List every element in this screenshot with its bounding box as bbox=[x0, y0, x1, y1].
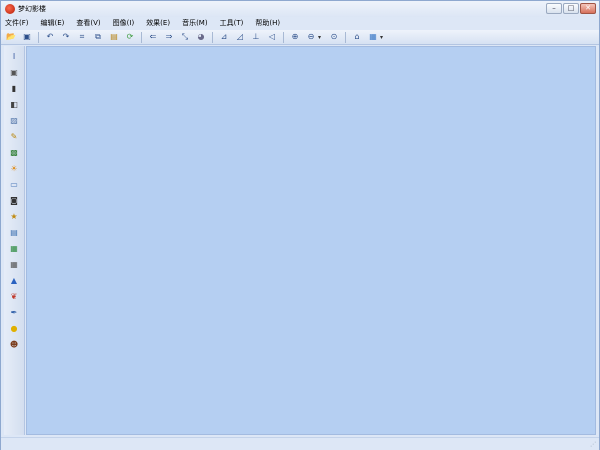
landscape-icon[interactable]: ▩ bbox=[9, 148, 19, 158]
camera-icon[interactable]: ◙ bbox=[9, 196, 19, 206]
view-dropdown-icon[interactable]: ▾ bbox=[380, 34, 386, 41]
undo-icon[interactable]: ↶ bbox=[44, 31, 56, 43]
main-toolbar: 📂 ▣ ↶ ↷ ⌗ ⧉ ▤ ⟳ ⇐ ⇒ ⤡ ◕ ⊿ ◿ ⊥ ◁ ⊕ ⊖ ▾ ⊙ … bbox=[1, 30, 599, 45]
menu-file[interactable]: 文件(F) bbox=[5, 19, 29, 28]
zoom-fit-icon[interactable]: ⊙ bbox=[328, 31, 340, 43]
align-center-icon[interactable]: ⊥ bbox=[250, 31, 262, 43]
face-icon[interactable]: ☻ bbox=[9, 340, 19, 350]
toolbar-separator bbox=[212, 31, 213, 43]
minimize-icon: – bbox=[552, 4, 556, 12]
image-view-icon[interactable]: ▦ bbox=[367, 31, 379, 43]
menu-help[interactable]: 帮助(H) bbox=[255, 19, 280, 28]
maximize-button[interactable]: □ bbox=[563, 3, 579, 14]
resize-icon[interactable]: ⤡ bbox=[179, 31, 191, 43]
align-edge-icon[interactable]: ◁ bbox=[266, 31, 278, 43]
window-icon[interactable]: ▭ bbox=[9, 180, 19, 190]
window-title: 梦幻影楼 bbox=[18, 5, 46, 13]
menu-effects[interactable]: 效果(E) bbox=[146, 19, 170, 28]
zoom-dropdown-icon[interactable]: ▾ bbox=[318, 34, 324, 41]
sun-image-icon[interactable]: ☀ bbox=[9, 164, 19, 174]
bow-icon[interactable]: ❦ bbox=[9, 292, 19, 302]
frame-icon[interactable]: ▣ bbox=[9, 68, 19, 78]
copy-icon[interactable]: ⧉ bbox=[92, 31, 104, 43]
close-button[interactable]: ✕ bbox=[580, 3, 596, 14]
picture-icon[interactable]: ▨ bbox=[9, 116, 19, 126]
workspace-canvas[interactable] bbox=[26, 46, 596, 435]
toolbar-separator bbox=[345, 31, 346, 43]
open-icon[interactable]: 📂 bbox=[5, 31, 17, 43]
menu-tools[interactable]: 工具(T) bbox=[220, 19, 244, 28]
sphere-icon[interactable]: ◕ bbox=[195, 31, 207, 43]
redo-icon[interactable]: ↷ bbox=[60, 31, 72, 43]
half-tone-icon[interactable]: ◧ bbox=[9, 100, 19, 110]
app-logo-icon bbox=[5, 4, 15, 14]
pencil-icon[interactable]: ✎ bbox=[9, 132, 19, 142]
paste-icon[interactable]: ▤ bbox=[108, 31, 120, 43]
triangle-icon[interactable]: ▲ bbox=[9, 276, 19, 286]
close-icon: ✕ bbox=[585, 4, 591, 12]
toolbar-separator bbox=[141, 31, 142, 43]
refresh-icon[interactable]: ⟳ bbox=[124, 31, 136, 43]
photo-frame-icon[interactable]: ▤ bbox=[9, 228, 19, 238]
star-image-icon[interactable]: ★ bbox=[9, 212, 19, 222]
mosaic-icon[interactable]: ▦ bbox=[9, 244, 19, 254]
resize-grip-icon[interactable]: ⋰ bbox=[590, 442, 596, 448]
menu-bar: 文件(F) 编辑(E) 查看(V) 图像(I) 效果(E) 音乐(M) 工具(T… bbox=[1, 17, 599, 30]
maximize-icon: □ bbox=[567, 4, 575, 12]
menu-music[interactable]: 音乐(M) bbox=[182, 19, 208, 28]
align-right-icon[interactable]: ◿ bbox=[234, 31, 246, 43]
menu-view[interactable]: 查看(V) bbox=[76, 19, 100, 28]
film-icon[interactable]: ▮ bbox=[9, 84, 19, 94]
align-left-icon[interactable]: ⊿ bbox=[218, 31, 230, 43]
arrow-right-icon[interactable]: ⇒ bbox=[163, 31, 175, 43]
toolbar-separator bbox=[38, 31, 39, 43]
arrow-left-icon[interactable]: ⇐ bbox=[147, 31, 159, 43]
app-window: 梦幻影楼 – □ ✕ 文件(F) 编辑(E) 查看(V) 图像(I) 效果(E)… bbox=[0, 0, 600, 450]
grid-icon[interactable]: ▦ bbox=[9, 260, 19, 270]
bulb-icon[interactable]: ● bbox=[9, 324, 19, 334]
menu-image[interactable]: 图像(I) bbox=[113, 19, 135, 28]
minimize-button[interactable]: – bbox=[546, 3, 562, 14]
text-cursor-icon[interactable]: Ⅰ bbox=[9, 52, 19, 62]
feather-icon[interactable]: ✒ bbox=[9, 308, 19, 318]
status-bar: ⋰ bbox=[1, 437, 599, 450]
toolbar-separator bbox=[283, 31, 284, 43]
zoom-in-icon[interactable]: ⊕ bbox=[289, 31, 301, 43]
window-controls: – □ ✕ bbox=[546, 3, 596, 14]
save-icon[interactable]: ▣ bbox=[21, 31, 33, 43]
title-bar[interactable]: 梦幻影楼 – □ ✕ bbox=[1, 1, 599, 17]
zoom-out-icon[interactable]: ⊖ bbox=[305, 31, 317, 43]
effects-sidebar: Ⅰ ▣ ▮ ◧ ▨ ✎ ▩ ☀ ▭ ◙ ★ ▤ ▦ ▦ ▲ ❦ ✒ ● ☻ bbox=[4, 46, 25, 435]
crop-icon[interactable]: ⌗ bbox=[76, 31, 88, 43]
menu-edit[interactable]: 编辑(E) bbox=[41, 19, 65, 28]
home-icon[interactable]: ⌂ bbox=[351, 31, 363, 43]
